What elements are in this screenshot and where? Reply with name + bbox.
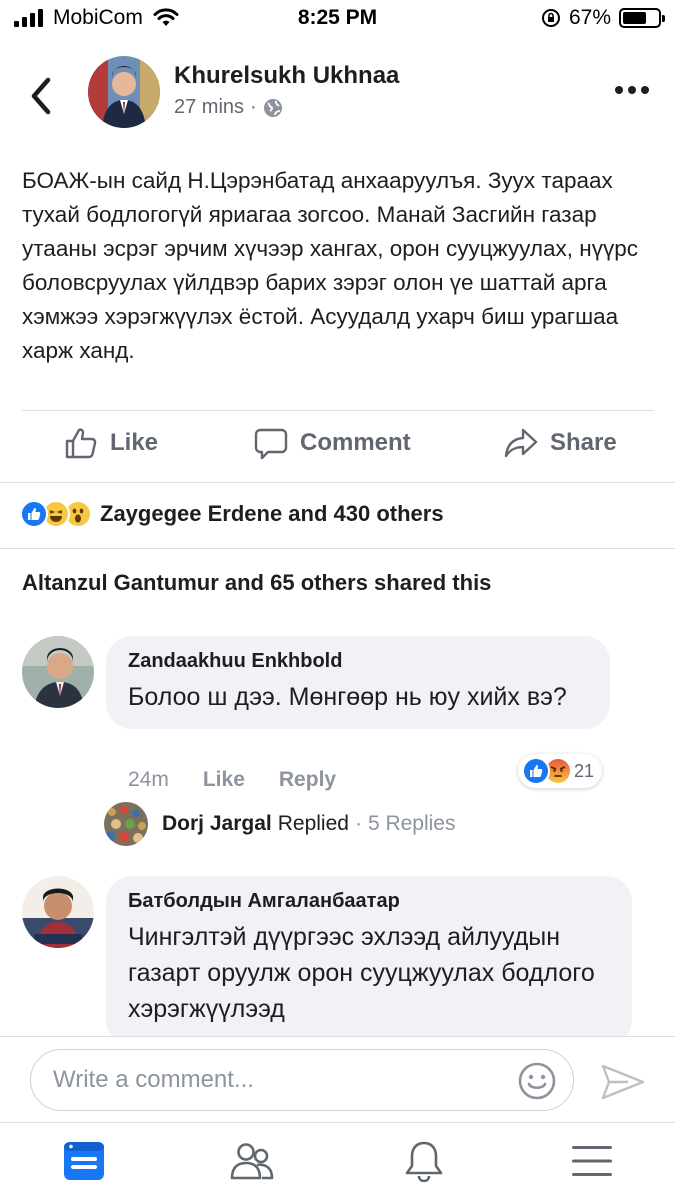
meta-separator: · [250, 96, 257, 118]
post-text: БОАЖ-ын сайд Н.Цэрэнбатад анхааруулъя. З… [22, 168, 638, 363]
reply-separator: · [354, 812, 362, 835]
divider [0, 482, 675, 483]
comment-meta: 24m Like Reply [128, 768, 336, 792]
friends-icon [230, 1143, 274, 1180]
share-button[interactable]: Share [504, 426, 617, 460]
status-right: 67% [541, 6, 665, 30]
globe-icon [263, 98, 282, 117]
post-time[interactable]: 27 mins [174, 96, 244, 119]
status-left: MobiCom [14, 6, 179, 30]
comment-like-button[interactable]: Like [203, 768, 245, 792]
battery-percent: 67% [568, 6, 611, 29]
like-label: Like [110, 429, 159, 456]
comment-reaction-count: 21 [574, 760, 595, 781]
commenter-avatar[interactable] [22, 876, 94, 948]
author-avatar[interactable] [88, 56, 160, 128]
send-icon[interactable] [600, 1063, 646, 1101]
news-feed-icon [64, 1142, 104, 1180]
comment-reply-button[interactable]: Reply [279, 768, 336, 792]
notifications-bell-icon [405, 1141, 443, 1182]
like-reaction-icon [20, 500, 48, 528]
nav-notifications[interactable] [402, 1139, 446, 1183]
comment-button[interactable]: Comment [254, 426, 411, 460]
carrier-label: MobiCom [53, 6, 143, 29]
battery-icon [619, 8, 665, 28]
replier-avatar [104, 802, 148, 846]
comment-text: Чингэлтэй дүүргээс эхлээд айлуудын газар… [128, 923, 595, 1023]
post-actions: Like Comment Share [0, 412, 675, 482]
comment-input[interactable]: Write a comment... [30, 1049, 574, 1111]
menu-icon [572, 1146, 612, 1176]
reply-count: 5 Replies [367, 812, 456, 835]
comment-label: Comment [300, 429, 411, 456]
share-label: Share [550, 429, 617, 456]
reactions-summary[interactable]: Zaygegee Erdene and 430 others [20, 500, 444, 528]
share-arrow-icon [504, 428, 538, 458]
speech-bubble-icon [254, 428, 288, 460]
comment-placeholder: Write a comment... [53, 1066, 254, 1093]
like-button[interactable]: Like [64, 426, 158, 460]
replied-label: Replied [277, 812, 349, 835]
comment-reactions[interactable]: 21 [518, 754, 603, 788]
comment-author[interactable]: Батболдын Амгаланбаатар [128, 890, 610, 913]
orientation-lock-icon [541, 9, 560, 27]
commenter-avatar[interactable] [22, 636, 94, 708]
bottom-nav [0, 1122, 675, 1200]
signal-icon [14, 9, 43, 27]
wifi-icon [153, 8, 179, 26]
more-options-icon[interactable] [615, 86, 649, 94]
back-chevron-icon[interactable] [26, 76, 56, 116]
comment-author[interactable]: Zandaakhuu Enkhbold [128, 650, 588, 673]
shares-summary[interactable]: Altanzul Gantumur and 65 others shared t… [22, 570, 491, 596]
reactions-label: Zaygegee Erdene and 430 others [100, 501, 444, 526]
comment-bubble: Батболдын Амгаланбаатар Чингэлтэй дүүргэ… [106, 876, 632, 1046]
like-reaction-icon [522, 757, 550, 785]
nav-friends[interactable] [230, 1139, 274, 1183]
comment-text: Болоо ш дээ. Мөнгөөр нь юу хийх вэ? [128, 683, 567, 711]
post-meta: 27 mins · [174, 96, 283, 119]
comment-composer: Write a comment... [0, 1036, 675, 1122]
comment-time: 24m [128, 768, 169, 791]
divider [22, 410, 654, 411]
thumbs-up-icon [65, 428, 97, 459]
reply-preview[interactable]: Dorj Jargal Replied · 5 Replies [104, 802, 456, 846]
nav-news-feed[interactable] [62, 1139, 106, 1183]
smiley-icon[interactable] [517, 1061, 557, 1101]
replier-name: Dorj Jargal [162, 812, 272, 835]
nav-menu[interactable] [570, 1139, 614, 1183]
comment-bubble: Zandaakhuu Enkhbold Болоо ш дээ. Мөнгөөр… [106, 636, 610, 729]
divider [0, 548, 675, 549]
status-bar: MobiCom 8:25 PM 67% [0, 0, 675, 40]
author-name[interactable]: Khurelsukh Ukhnaa [174, 62, 399, 90]
post-header: Khurelsukh Ukhnaa 27 mins · [0, 50, 675, 140]
